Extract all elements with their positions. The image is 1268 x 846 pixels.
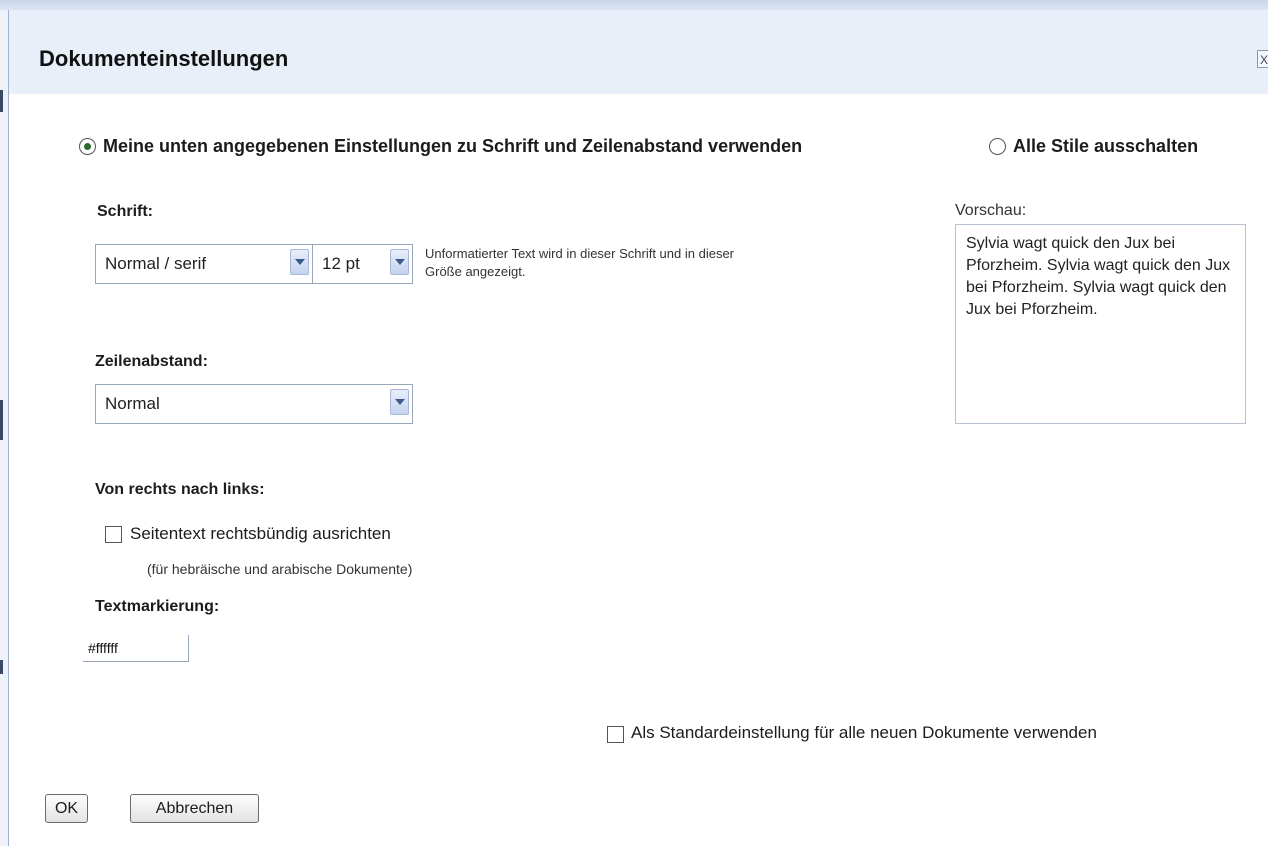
font-family-select[interactable]: Normal / serif — [95, 244, 313, 284]
font-section-label: Schrift: — [97, 203, 153, 220]
rtl-note: (für hebräische und arabische Dokumente) — [147, 561, 413, 577]
cancel-button[interactable]: Abbrechen — [130, 794, 259, 823]
close-button[interactable]: X — [1257, 50, 1268, 68]
dialog-title: Dokumenteinstellungen — [39, 46, 289, 71]
set-default-checkbox-label[interactable]: Als Standardeinstellung für alle neuen D… — [631, 723, 1097, 743]
document-settings-dialog: Dokumenteinstellungen X Meine unten ange… — [0, 0, 1268, 846]
preview-text: Sylvia wagt quick den Jux bei Pforzheim.… — [966, 235, 1231, 318]
highlight-color-input[interactable] — [83, 635, 189, 662]
border-mark — [0, 90, 3, 112]
font-hint: Unformatierter Text wird in dieser Schri… — [425, 245, 734, 281]
dialog-left-border — [0, 10, 9, 846]
line-spacing-value: Normal — [105, 394, 160, 413]
chevron-down-icon — [390, 389, 409, 415]
ok-button[interactable]: OK — [45, 794, 88, 823]
rtl-align-checkbox[interactable] — [105, 526, 122, 543]
set-default-checkbox[interactable] — [607, 726, 624, 743]
line-spacing-section-label: Zeilenabstand: — [95, 353, 208, 370]
custom-settings-radio[interactable] — [79, 138, 96, 155]
line-spacing-select[interactable]: Normal — [95, 384, 413, 424]
rtl-section-label: Von rechts nach links: — [95, 481, 265, 498]
disable-styles-radio-label[interactable]: Alle Stile ausschalten — [1013, 136, 1198, 157]
preview-box: Sylvia wagt quick den Jux bei Pforzheim.… — [955, 224, 1246, 424]
font-size-value: 12 pt — [322, 254, 360, 273]
border-mark — [0, 660, 3, 674]
disable-styles-radio[interactable] — [989, 138, 1006, 155]
font-size-select[interactable]: 12 pt — [312, 244, 413, 284]
rtl-align-checkbox-label[interactable]: Seitentext rechtsbündig ausrichten — [130, 524, 391, 544]
highlight-section-label: Textmarkierung: — [95, 598, 220, 615]
chevron-down-icon — [390, 249, 409, 275]
custom-settings-radio-label[interactable]: Meine unten angegebenen Einstellungen zu… — [103, 136, 802, 157]
border-mark — [0, 400, 3, 440]
font-hint-line2: Größe angezeigt. — [425, 264, 526, 279]
preview-label: Vorschau: — [955, 202, 1027, 219]
chevron-down-icon — [290, 249, 309, 275]
font-hint-line1: Unformatierter Text wird in dieser Schri… — [425, 246, 734, 261]
window-top-bar — [0, 0, 1268, 10]
font-family-value: Normal / serif — [105, 254, 207, 273]
